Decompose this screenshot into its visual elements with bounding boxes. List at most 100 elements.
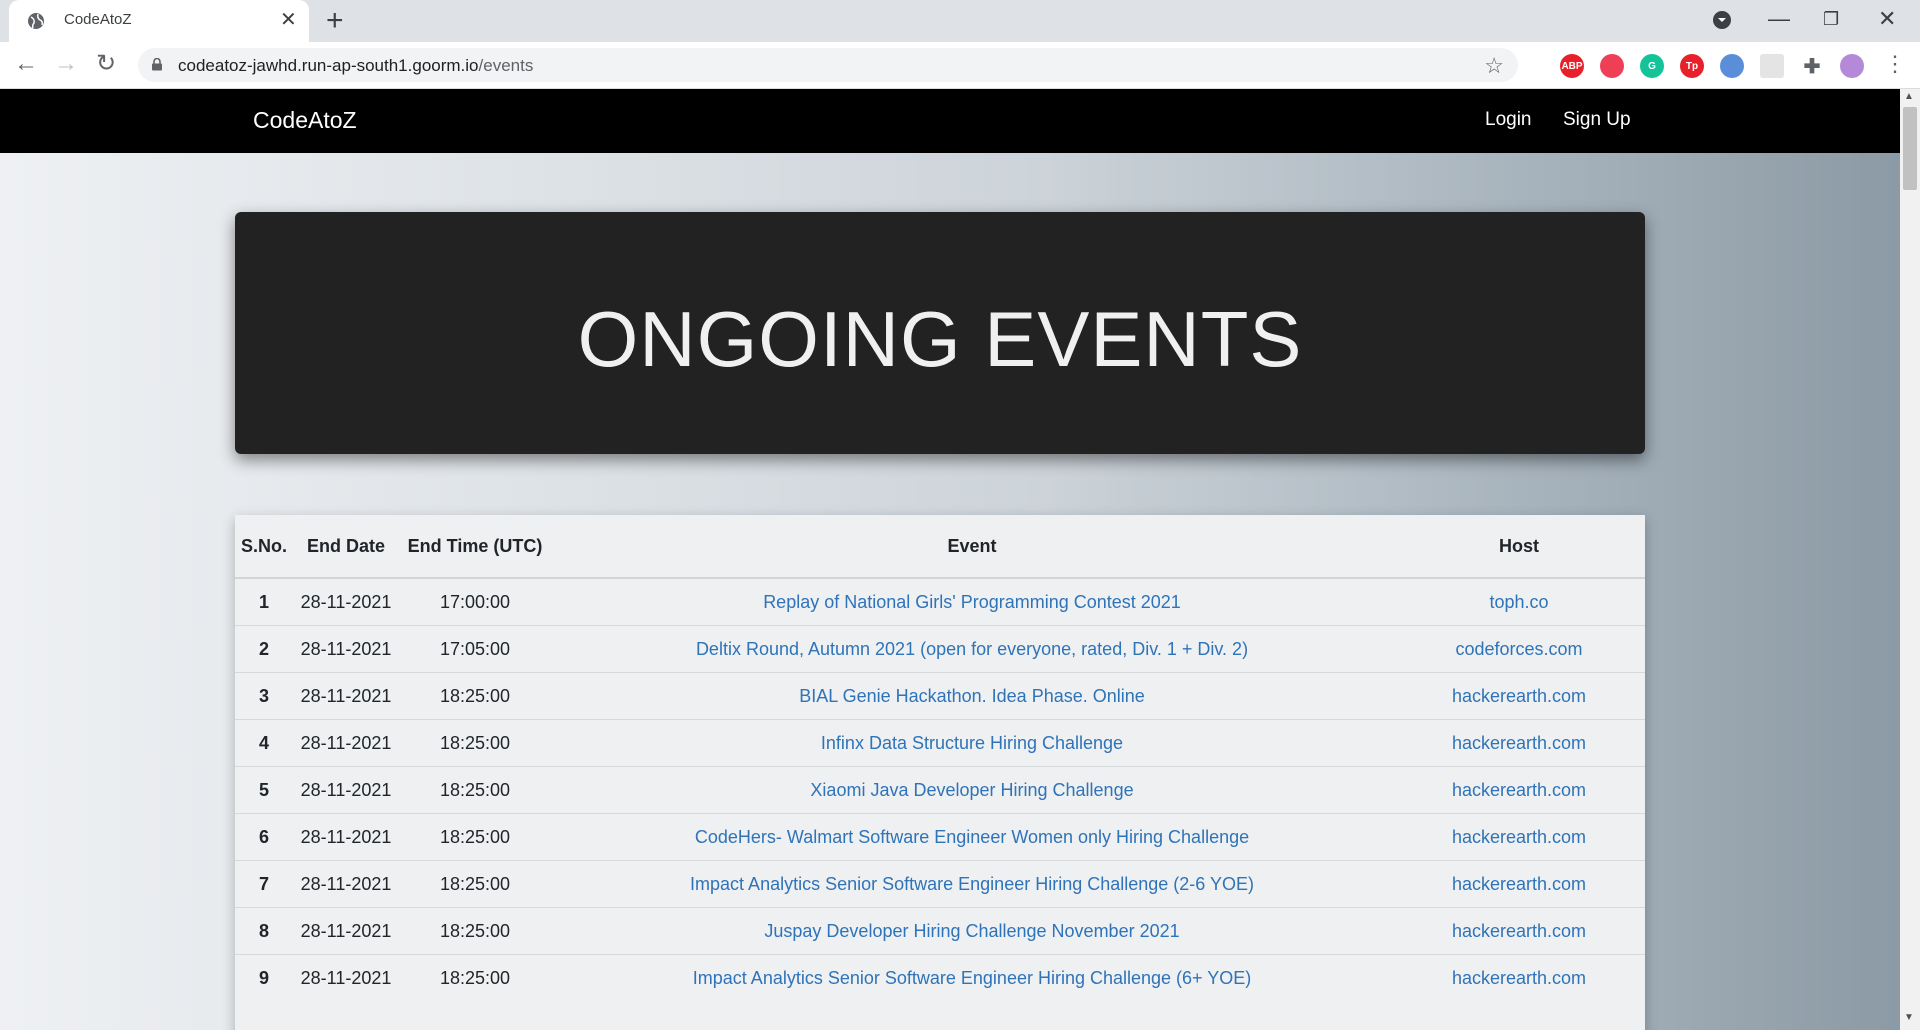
row-sno: 7 <box>259 873 270 894</box>
row-end-time-cell: 18:25:00 <box>399 860 552 908</box>
browser-tab[interactable]: CodeAtoZ ✕ <box>9 0 309 42</box>
row-end-date: 28-11-2021 <box>300 873 392 894</box>
row-event-link[interactable]: Deltix Round, Autumn 2021 (open for ever… <box>696 639 1248 659</box>
row-sno: 2 <box>259 638 270 659</box>
row-event-link[interactable]: Xiaomi Java Developer Hiring Challenge <box>810 780 1133 800</box>
row-host-link[interactable]: hackerearth.com <box>1452 780 1586 800</box>
row-event-link[interactable]: BIAL Genie Hackathon. Idea Phase. Online <box>799 686 1145 706</box>
table-row: 7 28-11-2021 18:25:00 Impact Analytics Seni… <box>235 860 1645 908</box>
row-sno: 6 <box>259 826 270 847</box>
row-end-date: 28-11-2021 <box>300 591 392 612</box>
bookmark-star-icon[interactable]: ☆ <box>1484 53 1504 79</box>
header-sno: S.No. <box>235 515 294 579</box>
back-icon[interactable]: ← <box>14 50 38 78</box>
row-event-link[interactable]: Juspay Developer Hiring Challenge Novemb… <box>764 921 1179 941</box>
row-end-time: 18:25:00 <box>439 967 511 988</box>
row-event-cell: Deltix Round, Autumn 2021 (open for ever… <box>551 625 1393 673</box>
row-sno: 9 <box>259 967 270 988</box>
row-end-time: 18:25:00 <box>439 685 511 706</box>
url-path: /events <box>478 56 534 75</box>
globe-icon <box>28 13 44 29</box>
tab-close-icon[interactable]: ✕ <box>280 9 297 31</box>
scroll-up-arrow-icon[interactable]: ▲ <box>1904 91 1914 102</box>
profile-avatar-icon[interactable] <box>1840 54 1864 78</box>
row-end-date: 28-11-2021 <box>300 826 392 847</box>
grammarly-icon[interactable]: G <box>1640 54 1664 78</box>
row-event-cell: BIAL Genie Hackathon. Idea Phase. Online <box>551 672 1393 720</box>
row-sno: 3 <box>259 685 270 706</box>
row-sno-cell: 2 <box>235 625 294 673</box>
table-row: 5 28-11-2021 18:25:00 Xiaomi Java Developer… <box>235 766 1645 814</box>
row-end-time-cell: 17:00:00 <box>399 577 552 626</box>
row-event-link[interactable]: CodeHers- Walmart Software Engineer Wome… <box>695 827 1249 847</box>
tab-search-icon[interactable] <box>1712 10 1732 36</box>
adblock-icon[interactable]: ABP <box>1560 54 1584 78</box>
table-header-row: S.No. End Date End Time (UTC) Event Host <box>235 515 1645 579</box>
signup-link[interactable]: Sign Up <box>1563 109 1631 131</box>
hero-banner: ONGOING EVENTS <box>235 212 1645 454</box>
row-host-link[interactable]: hackerearth.com <box>1452 686 1586 706</box>
row-end-date-cell: 28-11-2021 <box>293 719 400 767</box>
row-event-cell: Replay of National Girls' Programming Co… <box>551 577 1393 626</box>
pocket-icon[interactable] <box>1600 54 1624 78</box>
row-event-link[interactable]: Infinx Data Structure Hiring Challenge <box>821 733 1123 753</box>
forward-icon[interactable]: → <box>54 50 78 78</box>
row-end-date-cell: 28-11-2021 <box>293 907 400 955</box>
row-end-date: 28-11-2021 <box>300 920 392 941</box>
reload-icon[interactable]: ↻ <box>96 50 116 78</box>
scroll-down-arrow-icon[interactable]: ▼ <box>1904 1012 1914 1023</box>
row-end-time: 18:25:00 <box>439 732 511 753</box>
row-end-date-cell: 28-11-2021 <box>293 625 400 673</box>
row-host-cell: toph.co <box>1393 577 1645 626</box>
address-bar[interactable]: codeatoz-jawhd.run-ap-south1.goorm.io/ev… <box>138 48 1518 82</box>
row-sno-cell: 5 <box>235 766 294 814</box>
header-event: Event <box>551 515 1393 579</box>
extensions-puzzle-icon[interactable]: ✚ <box>1800 54 1824 78</box>
events-table: S.No. End Date End Time (UTC) Event Host… <box>235 515 1645 1001</box>
row-end-time: 18:25:00 <box>439 920 511 941</box>
row-end-date-cell: 28-11-2021 <box>293 860 400 908</box>
row-host-link[interactable]: hackerearth.com <box>1452 874 1586 894</box>
minimize-icon[interactable]: — <box>1768 6 1790 32</box>
tp-icon[interactable]: Tp <box>1680 54 1704 78</box>
row-host-link[interactable]: toph.co <box>1489 592 1548 612</box>
row-host-link[interactable]: hackerearth.com <box>1452 827 1586 847</box>
page-title: ONGOING EVENTS <box>577 295 1303 383</box>
row-host-link[interactable]: hackerearth.com <box>1452 921 1586 941</box>
row-host-cell: hackerearth.com <box>1393 860 1645 908</box>
window-close-icon[interactable]: ✕ <box>1878 6 1896 32</box>
restore-icon[interactable]: ❐ <box>1823 6 1839 32</box>
row-event-cell: Impact Analytics Senior Software Enginee… <box>551 954 1393 1001</box>
login-link[interactable]: Login <box>1485 109 1532 131</box>
menu-kebab-icon[interactable]: ⋮ <box>1884 50 1906 78</box>
row-event-link[interactable]: Replay of National Girls' Programming Co… <box>763 592 1181 612</box>
row-sno: 4 <box>259 732 270 753</box>
scrollbar-thumb[interactable] <box>1903 107 1917 190</box>
row-host-link[interactable]: hackerearth.com <box>1452 968 1586 988</box>
row-host-link[interactable]: hackerearth.com <box>1452 733 1586 753</box>
row-event-link[interactable]: Impact Analytics Senior Software Enginee… <box>690 874 1254 894</box>
row-event-cell: Juspay Developer Hiring Challenge Novemb… <box>551 907 1393 955</box>
row-sno: 5 <box>259 779 270 800</box>
row-event-link[interactable]: Impact Analytics Senior Software Enginee… <box>693 968 1251 988</box>
row-host-link[interactable]: codeforces.com <box>1455 639 1582 659</box>
table-row: 9 28-11-2021 18:25:00 Impact Analytics Seni… <box>235 954 1645 1001</box>
header-end-time: End Time (UTC) <box>399 515 552 579</box>
ext-blue-icon[interactable] <box>1720 54 1744 78</box>
row-sno-cell: 9 <box>235 954 294 1001</box>
row-sno-cell: 7 <box>235 860 294 908</box>
row-sno-cell: 1 <box>235 577 294 626</box>
row-host-cell: codeforces.com <box>1393 625 1645 673</box>
ext-grey-icon[interactable] <box>1760 54 1784 78</box>
page-scrollbar[interactable]: ▲ ▼ <box>1900 89 1920 1030</box>
lock-icon <box>152 58 162 71</box>
row-end-time-cell: 18:25:00 <box>399 907 552 955</box>
new-tab-icon[interactable]: + <box>326 5 344 37</box>
row-event-cell: Impact Analytics Senior Software Enginee… <box>551 860 1393 908</box>
row-sno: 8 <box>259 920 270 941</box>
row-host-cell: hackerearth.com <box>1393 672 1645 720</box>
url-text: codeatoz-jawhd.run-ap-south1.goorm.io/ev… <box>178 56 533 76</box>
site-brand[interactable]: CodeAtoZ <box>253 107 357 134</box>
browser-toolbar: ← → ↻ codeatoz-jawhd.run-ap-south1.goorm… <box>0 42 1920 89</box>
row-end-time-cell: 17:05:00 <box>399 625 552 673</box>
